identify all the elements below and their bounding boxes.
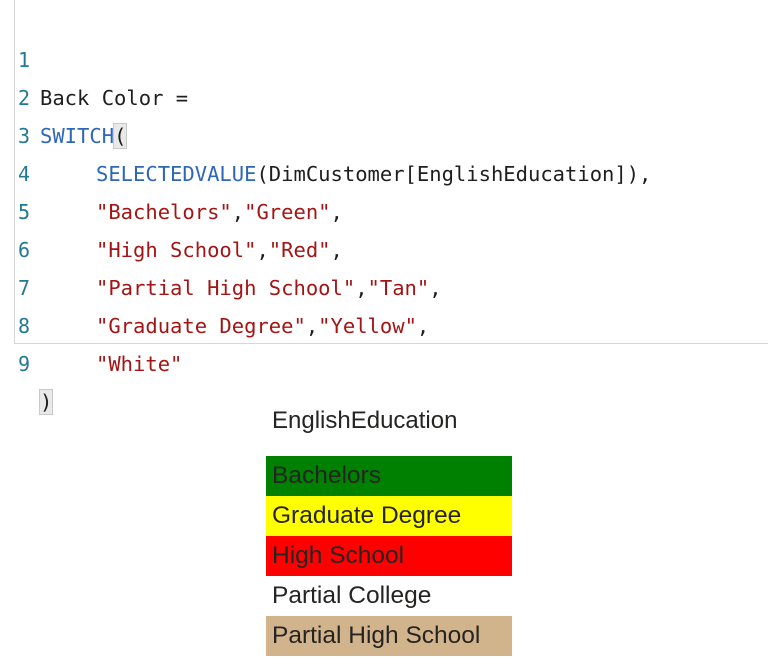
table-row[interactable]: High School [266, 536, 512, 576]
code-line-6: 6 "Partial High School","Tan", [15, 193, 442, 300]
column-header[interactable]: EnglishEducation [266, 398, 512, 444]
code-content: "Graduate Degree","Yellow", [40, 307, 429, 345]
table-row[interactable]: Bachelors [266, 456, 512, 496]
comma: , [355, 276, 368, 300]
code-line-4: 4 "Bachelors","Green", [15, 117, 343, 224]
string-literal: "High School" [96, 238, 257, 262]
string-literal: "Bachelors" [96, 200, 232, 224]
code-line-8: 8 "White" [15, 269, 182, 376]
table-row[interactable]: Partial High School [266, 616, 512, 656]
code-line-1: 1 Back Color = [15, 3, 188, 110]
code-content: SELECTEDVALUE(DimCustomer[EnglishEducati… [40, 155, 651, 193]
comma: , [330, 200, 343, 224]
string-literal: "Red" [268, 238, 331, 262]
string-literal: "White" [96, 352, 183, 376]
comma: , [256, 238, 269, 262]
code-content: ) [38, 383, 54, 421]
code-content: "High School","Red", [40, 231, 343, 269]
code-line-7: 7 "Graduate Degree","Yellow", [15, 231, 429, 338]
table-row[interactable]: Partial College [266, 576, 512, 616]
string-literal: "Green" [244, 200, 331, 224]
comma: , [231, 200, 245, 224]
close-paren-highlight: ) [38, 389, 54, 415]
comma: , [416, 314, 430, 338]
code-line-5: 5 "High School","Red", [15, 155, 343, 262]
string-literal: "Tan" [367, 276, 430, 300]
line-number: 9 [17, 352, 31, 376]
table-row[interactable]: Graduate Degree [266, 496, 512, 536]
code-line-9: 9 ) [15, 307, 64, 415]
comma: , [305, 314, 319, 338]
code-content: "Partial High School","Tan", [40, 269, 442, 307]
header-spacer [266, 444, 512, 456]
code-content: "Bachelors","Green", [40, 193, 343, 231]
string-literal: "Yellow" [318, 314, 417, 338]
education-table-visual[interactable]: EnglishEducation Bachelors Graduate Degr… [266, 398, 512, 656]
string-literal: "Graduate Degree" [96, 314, 306, 338]
open-paren-highlight: ( [113, 123, 128, 149]
comma: , [429, 276, 442, 300]
selectedvalue-keyword: SELECTEDVALUE [96, 162, 257, 186]
dax-code-editor[interactable]: 1 Back Color = 2 SWITCH( 3 SELECTEDVALUE… [14, 0, 768, 415]
column-reference: (DimCustomer[EnglishEducation]), [256, 162, 652, 186]
string-literal: "Partial High School" [96, 276, 356, 300]
code-line-3: 3 SELECTEDVALUE(DimCustomer[EnglishEduca… [15, 79, 651, 186]
comma: , [330, 238, 343, 262]
code-line-2: 2 SWITCH( [15, 41, 128, 149]
